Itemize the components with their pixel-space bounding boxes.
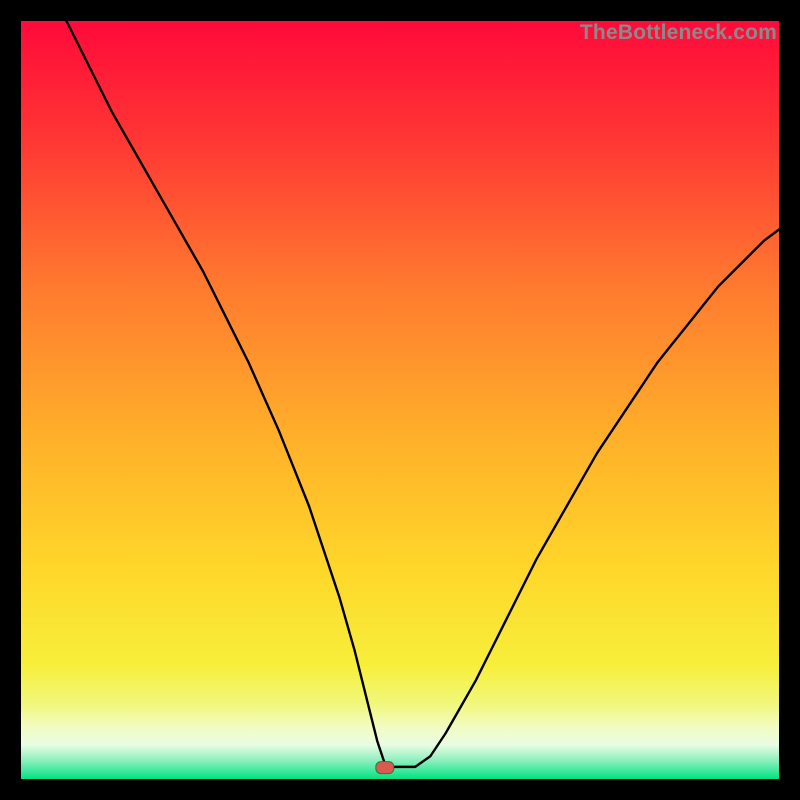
chart-frame: TheBottleneck.com (0, 0, 800, 800)
optimum-marker (376, 762, 394, 774)
plot-area: TheBottleneck.com (21, 21, 779, 779)
bottleneck-curve (21, 21, 779, 779)
watermark-text: TheBottleneck.com (580, 21, 779, 45)
